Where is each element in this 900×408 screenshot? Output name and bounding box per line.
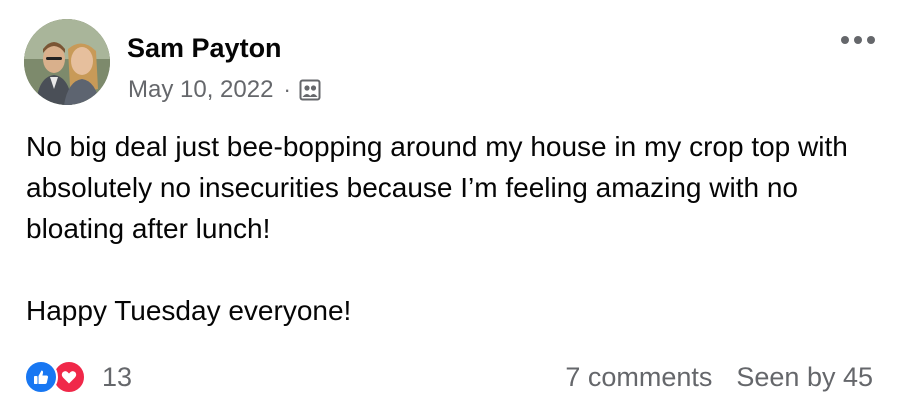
like-reaction-icon (24, 360, 58, 394)
meta-separator: · (283, 77, 291, 102)
avatar-photo (24, 19, 110, 105)
reaction-icons (24, 360, 94, 394)
more-dot (854, 36, 862, 44)
post-footer: 13 7 comments Seen by 45 (24, 358, 873, 396)
post-date[interactable]: May 10, 2022 (128, 76, 273, 104)
more-dot (867, 36, 875, 44)
reaction-count: 13 (102, 361, 133, 392)
post-body-paragraph: No big deal just bee-bopping around my h… (26, 131, 848, 244)
post-stats: 7 comments Seen by 45 (565, 362, 873, 393)
post-card: Sam Payton May 10, 2022 · No big deal ju… (0, 0, 900, 408)
reactions-summary[interactable]: 13 (24, 360, 132, 394)
more-options-icon[interactable] (841, 30, 875, 50)
comments-count-link[interactable]: 7 comments (565, 362, 712, 393)
author-avatar[interactable] (24, 19, 110, 105)
more-dot (841, 36, 849, 44)
post-meta: May 10, 2022 · (128, 76, 321, 104)
post-body-paragraph: Happy Tuesday everyone! (26, 295, 352, 326)
post-body: No big deal just bee-bopping around my h… (26, 126, 876, 331)
seen-by-link[interactable]: Seen by 45 (736, 362, 873, 393)
author-name[interactable]: Sam Payton (127, 33, 282, 64)
group-audience-icon[interactable] (299, 79, 321, 101)
